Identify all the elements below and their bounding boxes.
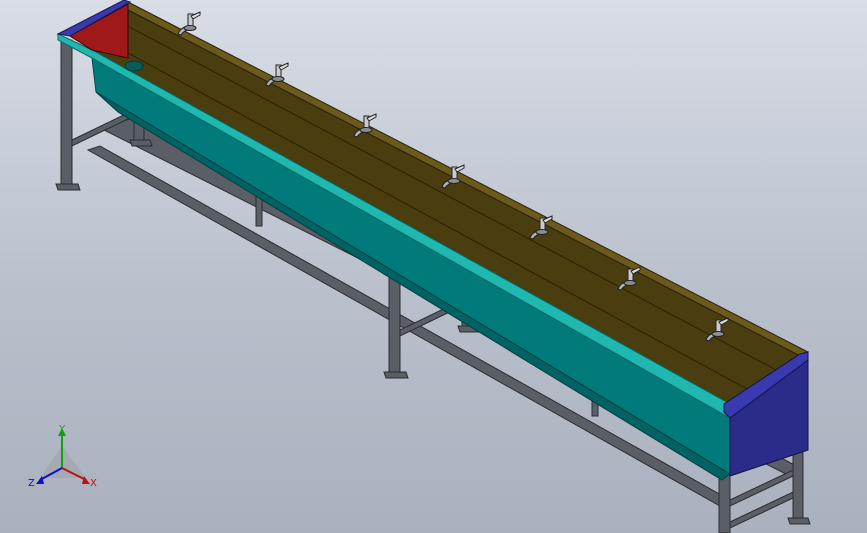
faucet: [177, 11, 201, 36]
triad-label-y: Y: [58, 424, 66, 435]
foot-left-front: [55, 183, 81, 191]
foot-mid-front: [383, 371, 409, 379]
graphics-viewport[interactable]: Y X Z: [0, 0, 867, 533]
model-scene[interactable]: Y X Z: [0, 0, 867, 533]
orientation-triad[interactable]: Y X Z: [28, 424, 97, 489]
drain-outlet: [124, 60, 144, 72]
triad-label-z: Z: [28, 478, 35, 489]
leg-right-back: [792, 449, 804, 523]
triad-label-x: X: [90, 478, 97, 489]
foot-left-back: [129, 139, 153, 147]
basin-crease-upper: [119, 21, 796, 381]
foot-right-back: [787, 517, 811, 525]
leg-left-front: [60, 39, 73, 187]
